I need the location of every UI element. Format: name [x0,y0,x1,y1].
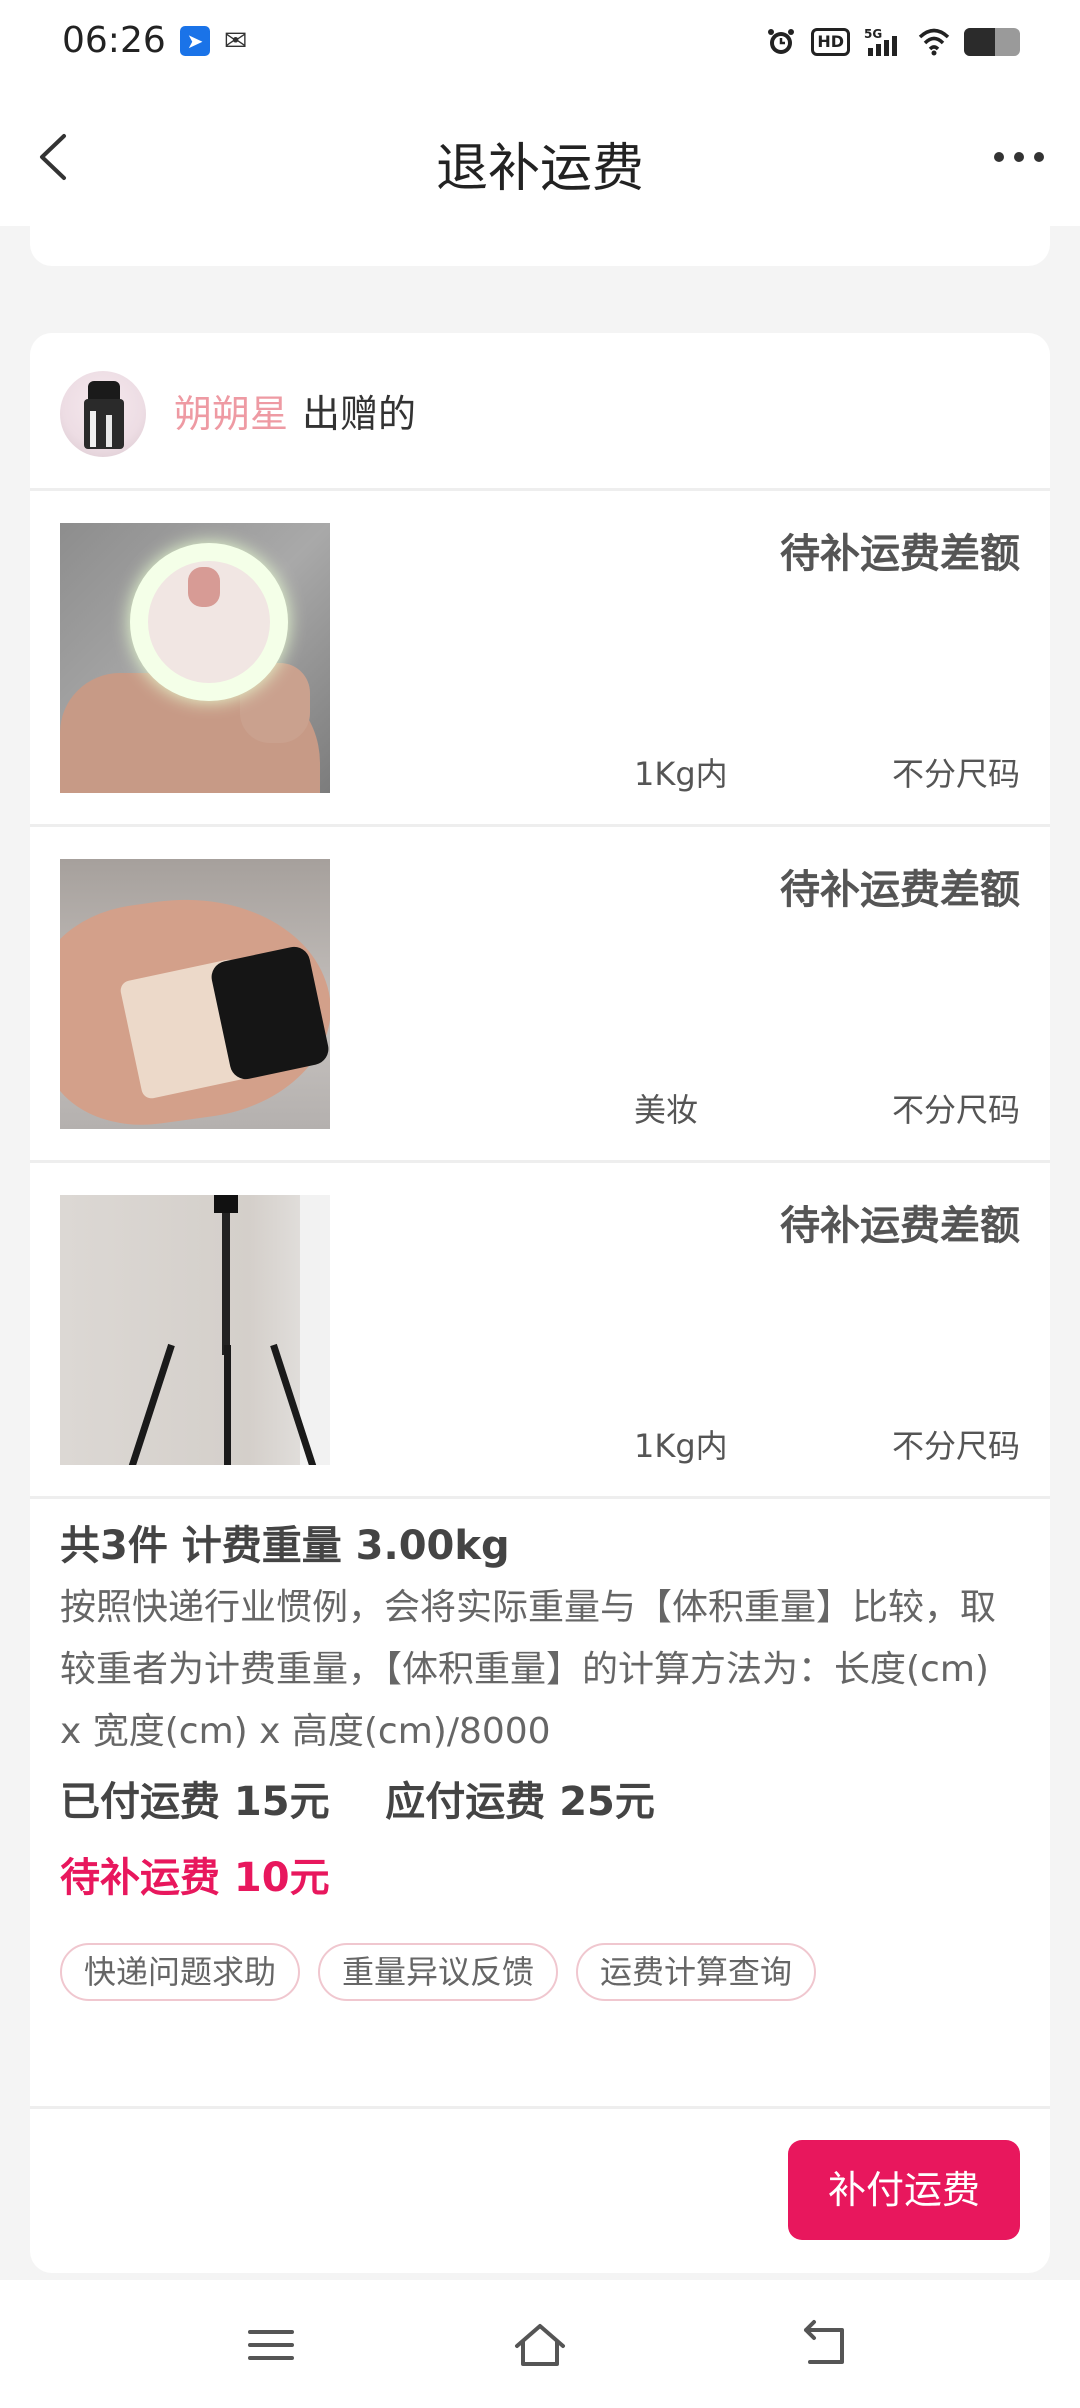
giver-suffix: 出赠的 [302,392,417,436]
more-horizontal-icon[interactable] [984,122,1054,192]
gift-order-card: 朔朔星 出赠的 待补运费差额 1Kg内 不分尺码 待补运费差额 美妆 不分尺码 … [30,333,1050,2273]
system-nav-bar [0,2280,1080,2408]
summary-description: 按照快递行业惯例，会将实际重量与【体积重量】比较，取较重者为计费重量，【体积重量… [60,1587,997,1752]
alarm-icon [768,29,795,54]
chip-fee-query[interactable]: 运费计算查询 [576,1943,817,2001]
svg-text:5G: 5G [864,27,882,41]
item-category: 1Kg内 [634,1427,728,1465]
avatar[interactable] [60,371,146,457]
battery-icon [964,28,1020,56]
menu-icon[interactable] [236,2310,306,2380]
item-status: 待补运费差额 [780,1203,1020,1249]
home-icon[interactable] [505,2310,575,2380]
summary-title: 共3件 计费重量 3.00kg [60,1523,510,1569]
page-title: 退补运费 [435,139,644,199]
chip-weight-dispute[interactable]: 重量异议反馈 [318,1943,559,2001]
status-icons: HD 5G [765,22,1020,62]
item-category: 美妆 [634,1091,699,1129]
list-item[interactable]: 待补运费差额 美妆 不分尺码 [30,827,1050,1163]
list-item[interactable]: 待补运费差额 1Kg内 不分尺码 [30,1163,1050,1499]
item-status: 待补运费差额 [780,867,1020,913]
foundation-bottle-photo [60,859,330,1129]
signal-icon: 5G [864,27,897,56]
back-icon[interactable] [790,2310,860,2380]
ring-light-photo [60,523,330,793]
status-bar: 06:26 ➤ ✉ HD 5G [0,0,1080,86]
previous-card [30,200,1050,266]
giver-name[interactable]: 朔朔星 [174,383,288,438]
wifi-icon [918,28,950,56]
paid-shipping-line: 已付运费 15元 应付运费 25元 [60,1779,655,1825]
app-notification-icon: ➤ [180,26,210,56]
giver-header: 朔朔星 出赠的 [30,333,1050,491]
item-status: 待补运费差额 [780,531,1020,577]
item-size: 不分尺码 [891,755,1020,793]
item-size: 不分尺码 [891,1091,1020,1129]
divider [30,2106,1050,2109]
item-size: 不分尺码 [891,1427,1020,1465]
pay-shipping-button[interactable]: 补付运费 [788,2140,1020,2240]
item-category: 1Kg内 [634,755,728,793]
list-item[interactable]: 待补运费差额 1Kg内 不分尺码 [30,491,1050,827]
chip-express-help[interactable]: 快递问题求助 [60,1943,301,2001]
status-time: 06:26 [62,20,166,61]
tripod-photo [60,1195,330,1465]
due-shipping-line: 待补运费 10元 [60,1855,330,1901]
help-chips: 快递问题求助 重量异议反馈 运费计算查询 [60,1943,817,2001]
hd-icon: HD [811,28,850,56]
wechat-icon: ✉ [224,24,248,57]
